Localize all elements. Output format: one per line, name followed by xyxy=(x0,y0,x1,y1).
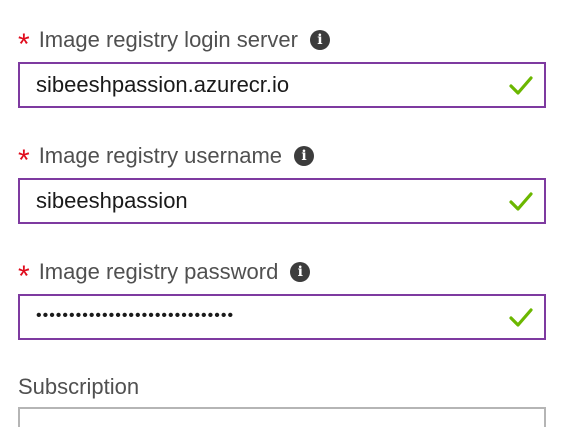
required-asterisk: * xyxy=(18,28,30,61)
info-icon[interactable]: i xyxy=(290,262,311,282)
info-icon[interactable]: i xyxy=(294,146,315,166)
login-server-value[interactable]: sibeeshpassion.azurecr.io xyxy=(20,72,508,98)
login-server-label: Image registry login server xyxy=(38,27,298,52)
subscription-dropdown[interactable] xyxy=(18,407,546,427)
username-label: Image registry username xyxy=(38,143,283,168)
login-server-label-row: * Image registry login server i xyxy=(18,22,546,61)
username-field: * Image registry username i xyxy=(18,138,546,177)
checkmark-icon xyxy=(509,308,533,327)
required-asterisk: * xyxy=(18,260,30,293)
username-label-row: * Image registry username i xyxy=(18,138,546,177)
required-asterisk: * xyxy=(18,144,30,177)
username-value[interactable]: sibeeshpassion xyxy=(20,188,508,214)
login-server-input[interactable]: sibeeshpassion.azurecr.io xyxy=(18,62,546,108)
password-label: Image registry password xyxy=(38,259,279,284)
login-server-field: * Image registry login server i xyxy=(18,22,546,61)
password-label-row: * Image registry password i xyxy=(18,254,546,293)
password-field: * Image registry password i xyxy=(18,254,546,293)
username-input[interactable]: sibeeshpassion xyxy=(18,178,546,224)
checkmark-icon xyxy=(509,76,533,95)
subscription-label: Subscription xyxy=(18,374,140,399)
password-value[interactable]: •••••••••••••••••••••••••••••• xyxy=(20,307,508,325)
info-icon[interactable]: i xyxy=(309,30,330,50)
checkmark-icon xyxy=(509,192,533,211)
password-input[interactable]: •••••••••••••••••••••••••••••• xyxy=(18,294,546,340)
